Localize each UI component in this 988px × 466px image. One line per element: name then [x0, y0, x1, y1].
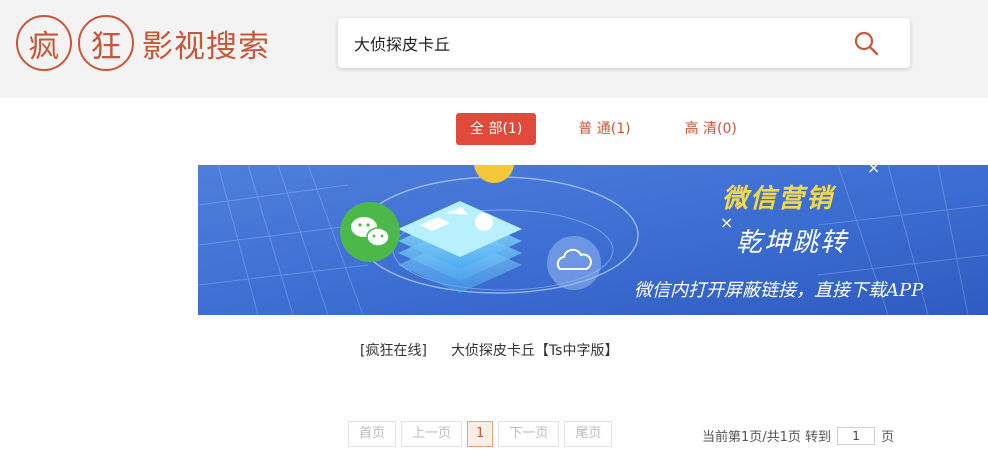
pagination: 首页 上一页 1 下一页 尾页: [348, 421, 617, 447]
search-input[interactable]: [338, 19, 818, 67]
result-title-link[interactable]: 大侦探皮卡丘【Ts中字版】: [451, 340, 619, 360]
wechat-icon: [340, 202, 400, 262]
page-info-text: 当前第1页/共1页 转到: [702, 430, 832, 445]
svg-text:×: ×: [867, 165, 880, 177]
banner-subtitle: 微信内打开屏蔽链接，直接下载APP: [634, 280, 924, 301]
logo-text: 影视搜索: [142, 28, 270, 65]
cloud-icon: [547, 236, 601, 290]
filter-tabs: 全 部(1) 普 通(1) 高 清(0): [456, 113, 765, 145]
tab-all[interactable]: 全 部(1): [456, 113, 537, 145]
search-bar: [338, 18, 910, 68]
logo-char-circle-1: 疯: [16, 15, 72, 71]
search-result-row: [疯狂在线] 大侦探皮卡丘【Ts中字版】: [360, 340, 618, 360]
first-page-button[interactable]: 首页: [348, 421, 397, 447]
goto-page-input[interactable]: [837, 426, 876, 445]
next-page-button[interactable]: 下一页: [498, 421, 560, 447]
search-icon: [854, 31, 879, 56]
result-source: [疯狂在线]: [360, 343, 427, 359]
tab-normal[interactable]: 普 通(1): [564, 113, 644, 145]
current-page[interactable]: 1: [467, 421, 494, 447]
last-page-button[interactable]: 尾页: [564, 421, 613, 447]
banner-title-1: 微信营销: [722, 184, 835, 214]
site-logo[interactable]: 疯 狂 影视搜索: [16, 14, 270, 72]
search-button[interactable]: [852, 29, 880, 57]
tab-hd[interactable]: 高 清(0): [671, 113, 751, 145]
prev-page-button[interactable]: 上一页: [401, 421, 463, 447]
page-unit: 页: [881, 430, 895, 445]
page-info: 当前第1页/共1页 转到 页: [702, 426, 894, 445]
logo-char-circle-2: 狂: [78, 15, 134, 71]
header: 疯 狂 影视搜索: [0, 0, 988, 98]
svg-text:×: ×: [720, 213, 733, 232]
banner-title-2: 乾坤跳转: [736, 228, 849, 258]
